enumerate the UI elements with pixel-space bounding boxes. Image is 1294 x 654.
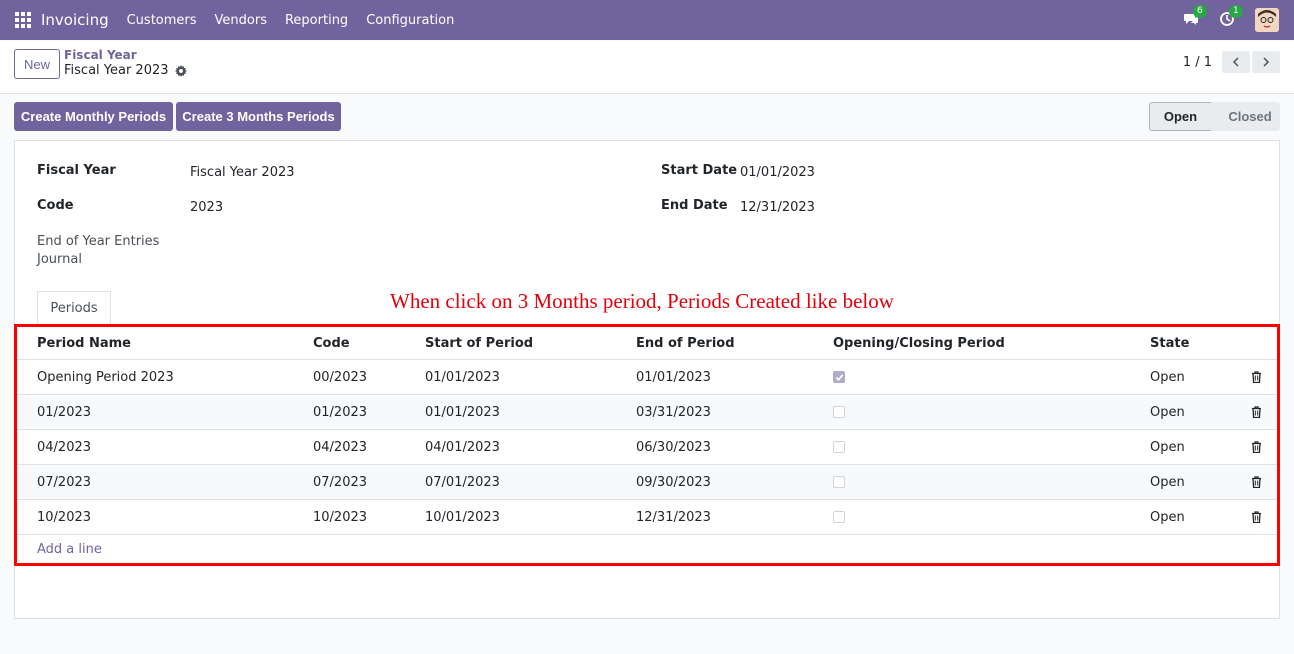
pager-value[interactable]: 1 / 1 [1183, 55, 1212, 70]
control-panel: New Fiscal Year Fiscal Year 2023 1 / 1 [0, 41, 1294, 94]
status-closed[interactable]: Closed [1210, 102, 1280, 131]
messages-badge: 6 [1193, 5, 1207, 18]
status-bar: Open Closed [1149, 102, 1280, 131]
journal-field[interactable] [190, 235, 630, 255]
create-monthly-periods-button[interactable]: Create Monthly Periods [14, 102, 173, 131]
user-avatar[interactable] [1255, 8, 1279, 32]
fiscal-year-field[interactable]: Fiscal Year 2023 [190, 165, 295, 180]
activities-clock-icon[interactable]: 1 [1219, 5, 1243, 29]
pager-next-button[interactable] [1252, 51, 1280, 73]
end-date-field[interactable]: 12/31/2023 [740, 200, 815, 215]
journal-label: End of Year Entries Journal [37, 234, 160, 267]
menu-customers[interactable]: Customers [127, 13, 197, 28]
menu-configuration[interactable]: Configuration [366, 13, 454, 28]
end-date-label: End Date [661, 198, 728, 213]
apps-menu-icon[interactable] [15, 12, 31, 28]
create-3-months-periods-button[interactable]: Create 3 Months Periods [176, 102, 341, 131]
menu-vendors[interactable]: Vendors [215, 13, 267, 28]
new-button[interactable]: New [14, 49, 60, 79]
activities-badge: 1 [1229, 5, 1243, 18]
chevron-left-icon [1232, 57, 1239, 67]
menu-reporting[interactable]: Reporting [285, 13, 348, 28]
messages-icon[interactable]: 6 [1183, 5, 1207, 29]
annotation-highlight-box [14, 324, 1280, 566]
breadcrumb-current: Fiscal Year 2023 [64, 63, 187, 78]
chevron-right-icon [1263, 57, 1270, 67]
app-name[interactable]: Invoicing [41, 11, 109, 29]
pager: 1 / 1 [1183, 51, 1280, 73]
annotation-text: When click on 3 Months period, Periods C… [390, 289, 894, 313]
start-date-label: Start Date [661, 163, 738, 178]
fiscal-year-label: Fiscal Year [37, 163, 116, 178]
breadcrumb-parent[interactable]: Fiscal Year [64, 48, 137, 62]
record-title: Fiscal Year 2023 [64, 63, 169, 78]
code-label: Code [37, 198, 74, 213]
pager-previous-button[interactable] [1222, 51, 1250, 73]
status-open[interactable]: Open [1149, 102, 1211, 131]
gear-icon[interactable] [174, 64, 187, 77]
tab-periods[interactable]: Periods [37, 291, 111, 325]
code-field[interactable]: 2023 [190, 200, 223, 215]
start-date-field[interactable]: 01/01/2023 [740, 165, 815, 180]
top-navbar: Invoicing Customers Vendors Reporting Co… [0, 0, 1294, 40]
